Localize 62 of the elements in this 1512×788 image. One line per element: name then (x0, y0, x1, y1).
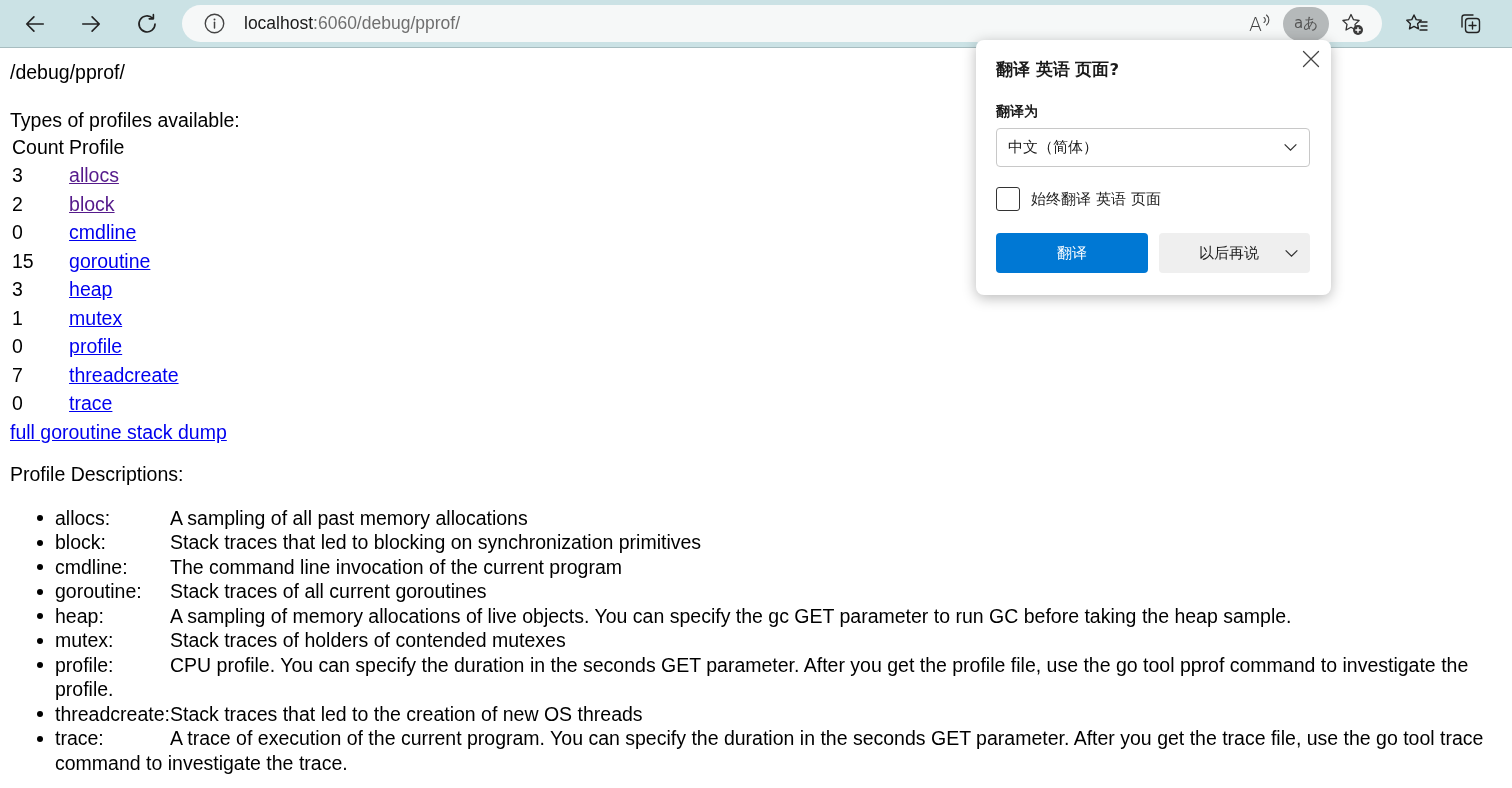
profile-link[interactable]: heap (69, 278, 113, 301)
profile-description: heap: A sampling of memory allocations of live objects. You can specify the gc GET parameter to run GC before taking the heap sample. (55, 603, 1293, 628)
translate-confirm-button[interactable]: 翻译 (996, 233, 1148, 273)
profile-description: allocs: A sampling of all past memory allocations (55, 505, 529, 530)
profile-description: cmdline: The command line invocation of the current program (55, 554, 623, 579)
refresh-icon (136, 12, 158, 35)
profile-link[interactable]: goroutine (69, 249, 151, 272)
profile-link[interactable]: threadcreate (69, 363, 179, 386)
collections-icon (1458, 11, 1482, 36)
stack-dump-link[interactable]: full goroutine stack dump (10, 417, 227, 446)
profile-description: block: Stack traces that led to blocking on synchronization primitives (55, 530, 703, 555)
chevron-down-icon (1283, 143, 1298, 152)
intro-text: Types of profiles available: (10, 108, 240, 132)
descriptions-heading: Profile Descriptions: (10, 461, 184, 486)
profile-link[interactable]: cmdline (69, 221, 137, 244)
caret-icon (1284, 248, 1299, 258)
count-cell-text: 3 (11, 277, 24, 303)
bullet-icon (37, 515, 43, 521)
count-cell-text: 0 (11, 220, 24, 246)
bullet-icon (37, 711, 43, 717)
profile-link[interactable]: trace (69, 392, 113, 415)
count-cell-text: 2 (11, 191, 24, 217)
field-label: 翻译为 (996, 102, 1038, 121)
profile-link[interactable]: block (69, 192, 115, 215)
sound-waves-icon (1263, 13, 1271, 26)
page-title: /debug/pprof/ (10, 60, 125, 84)
star-plus-icon (1340, 11, 1364, 36)
bullet-icon (37, 637, 43, 644)
bullet-icon (37, 539, 43, 546)
count-cell-text: 1 (11, 305, 24, 331)
profile-link[interactable]: profile (69, 335, 123, 358)
language-select[interactable]: 中文（简体） (996, 128, 1310, 167)
checkbox[interactable] (996, 187, 1020, 211)
translate-button[interactable]: aあ (1283, 6, 1329, 41)
count-cell-text: 7 (11, 362, 24, 388)
profile-description: mutex: Stack traces of holders of contended mutexes (55, 628, 567, 653)
count-cell-text: 0 (11, 334, 24, 360)
info-icon[interactable] (204, 13, 225, 34)
address-bar[interactable]: localhost:6060/debug/pprof/ A aあ (182, 5, 1382, 42)
bullet-icon (37, 588, 43, 595)
bullet-icon (37, 613, 43, 619)
profile-description: threadcreate:Stack traces that led to the creation of new OS threads (55, 701, 644, 726)
profile-link[interactable]: mutex (69, 306, 123, 329)
close-icon (1302, 50, 1320, 68)
close-button[interactable] (1302, 50, 1320, 68)
profile-link[interactable]: allocs (69, 164, 119, 187)
address-text[interactable]: localhost:6060/debug/pprof/ (244, 13, 460, 34)
profile-description: goroutine: Stack traces of all current goroutines (55, 579, 488, 604)
column-header: Count (11, 134, 66, 160)
read-aloud-button[interactable]: A (1244, 7, 1276, 40)
bullet-icon (37, 564, 43, 570)
profile-description: profile: CPU profile. You can specify the duration in the seconds GET parameter. After you get the profile file, use the go tool pprof command to investigate the profile. (55, 652, 1470, 702)
count-cell-text: 3 (11, 163, 24, 189)
count-cell-text: 15 (11, 248, 35, 274)
profile-description: trace: A trace of execution of the current program. You can specify the duration in the seconds GET parameter. After you get the trace file, use the go tool trace command to investigate the trace. (55, 726, 1485, 775)
later-button[interactable]: 以后再说 (1159, 233, 1310, 273)
count-cell-text: 0 (11, 391, 24, 417)
checkbox-label: 始终翻译 英语 页面 (1031, 189, 1161, 209)
column-header: Profile (68, 134, 126, 160)
bullet-icon (37, 735, 43, 742)
popup-title: 翻译 英语 页面? (996, 60, 1120, 80)
bullet-icon (37, 662, 43, 668)
